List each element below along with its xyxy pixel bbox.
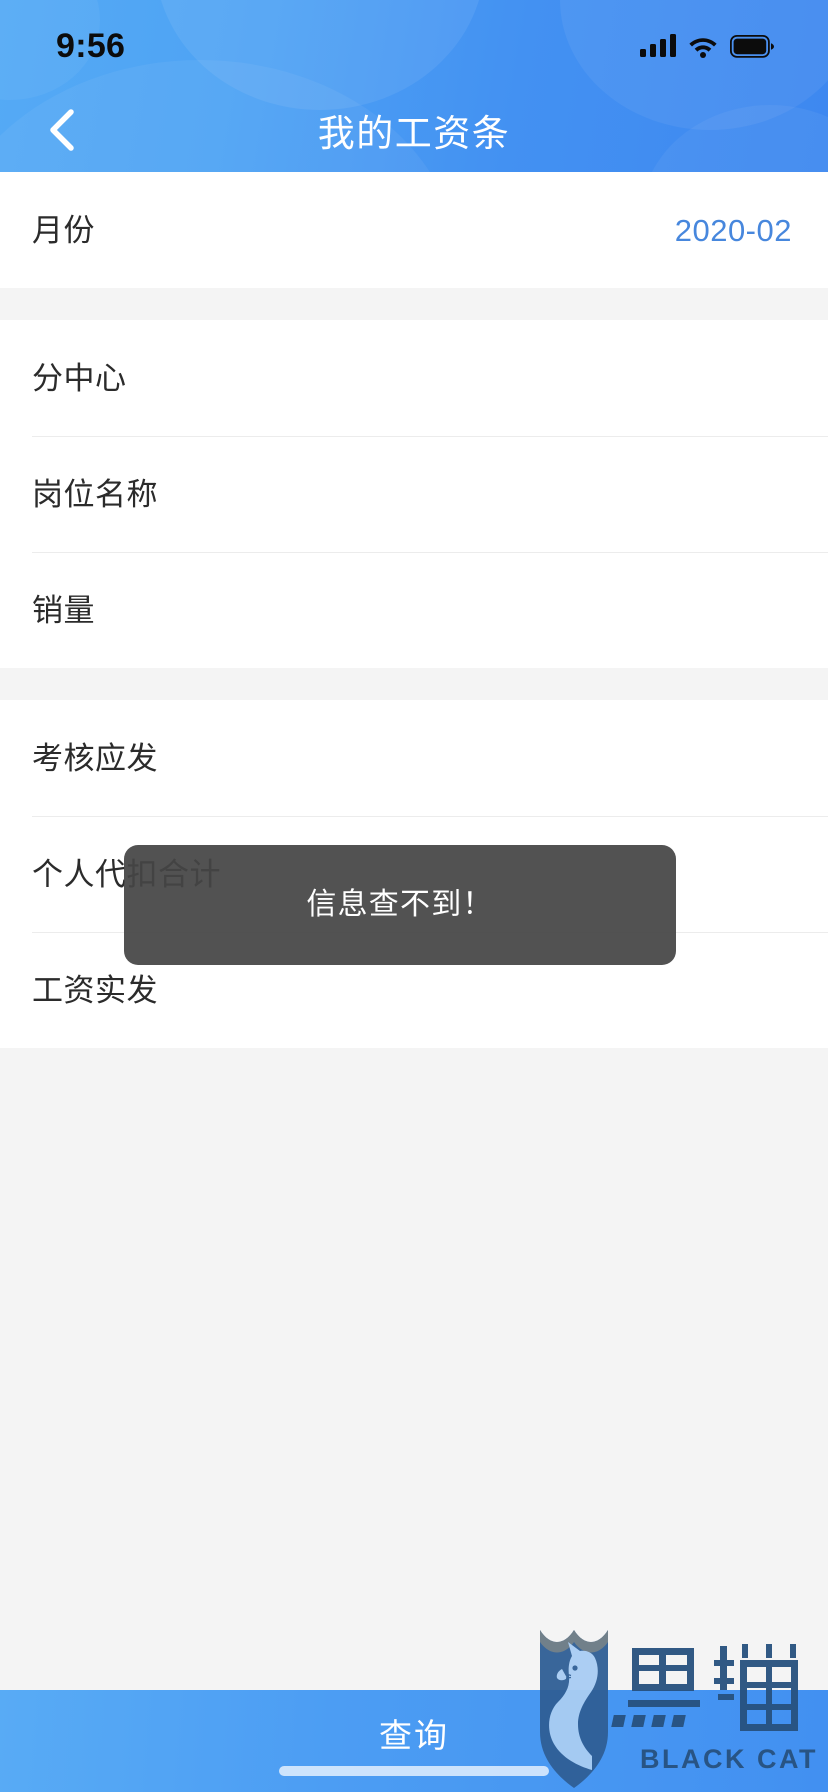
- row-label: 销量: [32, 592, 95, 628]
- form-row-branch-center[interactable]: 分中心: [0, 320, 828, 436]
- row-label: 分中心: [32, 360, 127, 396]
- row-label: 工资实发: [32, 972, 158, 1008]
- form-row-assessment-payable[interactable]: 考核应发: [0, 700, 828, 816]
- home-indicator: [279, 1766, 549, 1776]
- toast-text: 信息查不到！: [306, 888, 494, 921]
- row-value-month: 2020-02: [674, 212, 792, 248]
- cellular-signal-icon: [640, 34, 676, 57]
- status-bar-time: 9:56: [56, 27, 126, 65]
- battery-full-icon: [730, 34, 774, 58]
- section-separator: [0, 288, 828, 320]
- form-group-basic: 分中心 岗位名称 销量: [0, 320, 828, 668]
- wifi-icon: [688, 35, 718, 58]
- section-separator: [0, 668, 828, 700]
- row-label: 考核应发: [32, 740, 158, 776]
- content-filler: [0, 1048, 828, 1688]
- form-row-position-name[interactable]: 岗位名称: [0, 436, 828, 552]
- phone-screen: 9:56 我的工资条 月份 2020-02 分中心 岗位名称 销量 考核应发 工…: [0, 0, 828, 1792]
- query-button-label: 查询: [379, 1716, 449, 1754]
- row-label: 月份: [32, 212, 95, 248]
- status-bar: 9:56: [0, 0, 828, 88]
- status-bar-indicators: [640, 34, 774, 58]
- bottom-action-bar: 查询: [0, 1690, 828, 1792]
- form-group-month: 月份 2020-02: [0, 172, 828, 288]
- row-label: 岗位名称: [32, 476, 158, 512]
- navigation-bar: 我的工资条: [0, 88, 828, 172]
- toast-message: 信息查不到！: [124, 845, 676, 965]
- page-title: 我的工资条: [317, 113, 511, 154]
- query-button[interactable]: 查询: [0, 1690, 828, 1792]
- form-row-sales-volume[interactable]: 销量: [0, 552, 828, 668]
- form-row-month[interactable]: 月份 2020-02: [0, 172, 828, 288]
- app-header: 9:56 我的工资条: [0, 0, 828, 172]
